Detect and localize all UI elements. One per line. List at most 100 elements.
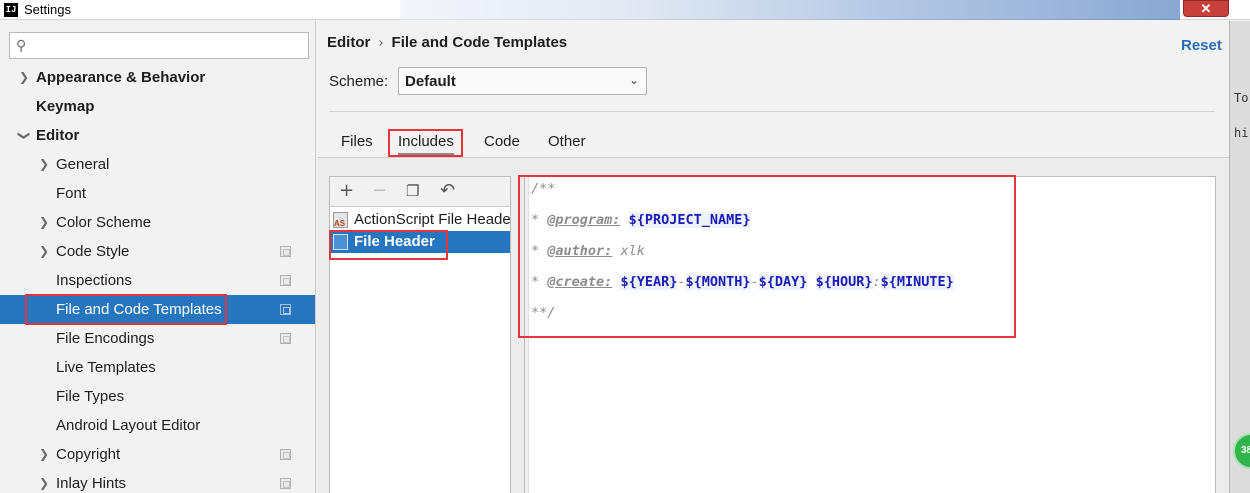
chevron-right-icon[interactable]: ❯ <box>37 237 51 266</box>
reset-link[interactable]: Reset <box>1181 37 1222 54</box>
template-variable: ${MONTH} <box>685 274 751 290</box>
comment-star: * <box>531 274 540 290</box>
list-item-selected[interactable]: File Header <box>330 231 510 253</box>
sidebar-item-label: Copyright <box>56 446 121 463</box>
settings-sidebar: ⚲ ❯ Appearance & Behavior Keymap ❯ Edito… <box>0 21 316 493</box>
sidebar-item-general[interactable]: ❯ General <box>0 150 315 179</box>
template-list-toolbar: + − ❐ ↶ <box>330 177 510 207</box>
doc-tag: @author: <box>547 243 613 259</box>
tab-code[interactable]: Code <box>484 133 520 150</box>
tab-includes[interactable]: Includes <box>398 133 454 156</box>
file-template-icon <box>333 234 348 250</box>
close-button[interactable]: ✕ <box>1183 0 1229 17</box>
tab-files[interactable]: Files <box>341 133 373 150</box>
template-editor[interactable]: /** * @program: ${PROJECT_NAME} * @autho… <box>524 176 1216 493</box>
sidebar-item-label: Editor <box>36 127 80 144</box>
search-icon: ⚲ <box>16 38 27 54</box>
copy-icon[interactable]: ❐ <box>406 181 419 201</box>
background-text: hi <box>1234 126 1249 140</box>
comment-star: * <box>531 212 540 228</box>
doc-tag: @create: <box>547 274 613 290</box>
chevron-right-icon[interactable]: ❯ <box>37 469 51 493</box>
sidebar-item-inlay-hints[interactable]: ❯ Inlay Hints <box>0 469 315 493</box>
sidebar-item-label: File Types <box>56 388 125 405</box>
project-settings-icon <box>280 333 291 344</box>
page-title: File and Code Templates <box>391 34 568 51</box>
title-bar: IJ Settings ✕ <box>0 0 1250 20</box>
sidebar-item-android-layout-editor[interactable]: Android Layout Editor <box>0 411 315 440</box>
background-window-strip <box>400 0 1180 20</box>
sidebar-item-keymap[interactable]: Keymap <box>0 92 315 121</box>
comment-close: **/ <box>531 305 556 321</box>
editor-gutter <box>525 177 529 493</box>
chevron-right-icon[interactable]: ❯ <box>37 440 51 469</box>
doc-tag: @program: <box>547 212 621 228</box>
list-item-label: File Header <box>354 233 435 250</box>
file-template-icon: AS <box>333 212 348 228</box>
list-item[interactable]: AS ActionScript File Header <box>330 209 510 231</box>
sidebar-item-label: General <box>56 156 110 173</box>
comment-star: * <box>531 243 540 259</box>
tab-other[interactable]: Other <box>548 133 586 150</box>
remove-template-button[interactable]: − <box>372 181 387 201</box>
chevron-down-icon: ⌄ <box>628 73 639 87</box>
sidebar-item-font[interactable]: Font <box>0 179 315 208</box>
sidebar-item-copyright[interactable]: ❯ Copyright <box>0 440 315 469</box>
breadcrumb: Editor › File and Code Templates <box>327 34 567 51</box>
sidebar-item-label: Keymap <box>36 98 95 115</box>
breadcrumb-separator: › <box>378 36 384 51</box>
sidebar-item-label: Color Scheme <box>56 214 152 231</box>
background-text: To <box>1234 91 1249 105</box>
sidebar-item-label: Appearance & Behavior <box>36 69 206 86</box>
chevron-down-icon[interactable]: ❯ <box>10 129 39 143</box>
sidebar-item-file-and-code-templates[interactable]: File and Code Templates <box>0 295 315 324</box>
intellij-icon: IJ <box>4 3 18 17</box>
comment-open: /** <box>531 181 556 197</box>
settings-content: Editor › File and Code Templates Reset Sch… <box>317 21 1229 493</box>
sidebar-item-label: File and Code Templates <box>56 301 222 318</box>
revert-icon[interactable]: ↶ <box>440 181 455 201</box>
scheme-value: Default <box>405 73 456 90</box>
sidebar-item-file-types[interactable]: File Types <box>0 382 315 411</box>
sidebar-item-label: Font <box>56 185 87 202</box>
template-list-panel: + − ❐ ↶ AS ActionScript File Header File… <box>329 176 511 493</box>
includes-tab-panel: + − ❐ ↶ AS ActionScript File Header File… <box>317 157 1229 493</box>
sidebar-item-color-scheme[interactable]: ❯ Color Scheme <box>0 208 315 237</box>
template-variable: ${DAY} <box>758 274 808 290</box>
sidebar-item-label: Live Templates <box>56 359 156 376</box>
template-variable: ${PROJECT_NAME} <box>628 212 751 228</box>
doc-value: xlk <box>620 243 645 259</box>
project-settings-icon <box>280 304 291 315</box>
chevron-right-icon[interactable]: ❯ <box>17 63 31 92</box>
background-window-edge: To hi <box>1229 21 1250 493</box>
sidebar-item-label: Android Layout Editor <box>56 417 201 434</box>
breadcrumb-root[interactable]: Editor <box>327 34 370 51</box>
scheme-label: Scheme: <box>329 73 389 90</box>
list-item-label: ActionScript File Header <box>354 211 510 228</box>
window-title: Settings <box>24 2 71 17</box>
doc-text: - <box>750 274 759 290</box>
project-settings-icon <box>280 449 291 460</box>
icon-tag: AS <box>334 219 346 228</box>
sidebar-item-appearance-behavior[interactable]: ❯ Appearance & Behavior <box>0 63 315 92</box>
template-variable: ${MINUTE} <box>880 274 954 290</box>
doc-text: : <box>872 274 881 290</box>
sidebar-item-label: File Encodings <box>56 330 155 347</box>
sidebar-item-live-templates[interactable]: Live Templates <box>0 353 315 382</box>
code-line: * @program: ${PROJECT_NAME} <box>531 212 751 228</box>
chevron-right-icon[interactable]: ❯ <box>37 150 51 179</box>
project-settings-icon <box>280 275 291 286</box>
chevron-right-icon[interactable]: ❯ <box>37 208 51 237</box>
sidebar-item-inspections[interactable]: Inspections <box>0 266 315 295</box>
sidebar-item-editor[interactable]: ❯ Editor <box>0 121 315 150</box>
sidebar-item-code-style[interactable]: ❯ Code Style <box>0 237 315 266</box>
tab-bar: Files Includes Code Other <box>317 126 1229 158</box>
scheme-dropdown[interactable]: Default ⌄ <box>398 67 647 95</box>
template-variable: ${YEAR} <box>620 274 678 290</box>
divider <box>329 111 1215 112</box>
code-line: **/ <box>531 305 555 321</box>
add-template-button[interactable]: + <box>339 181 354 201</box>
code-line: * @create: ${YEAR}-${MONTH}-${DAY} ${HOU… <box>531 274 954 290</box>
sidebar-item-file-encodings[interactable]: File Encodings <box>0 324 315 353</box>
search-input[interactable]: ⚲ <box>9 32 309 59</box>
